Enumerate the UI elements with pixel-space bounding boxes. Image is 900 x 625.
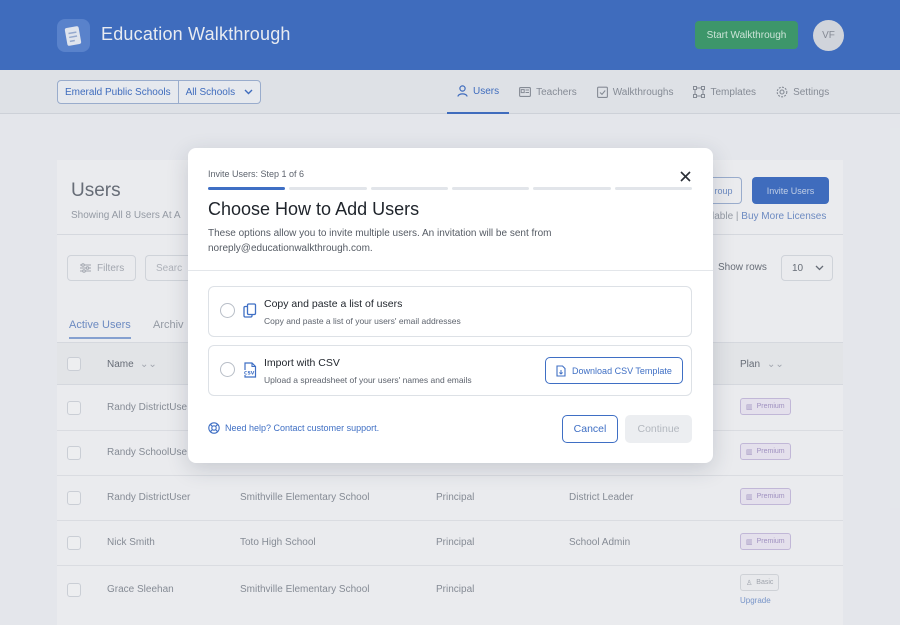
progress-step: [614, 187, 692, 190]
close-icon: [679, 170, 691, 182]
cancel-button[interactable]: Cancel: [562, 415, 618, 443]
modal-divider: [188, 270, 713, 271]
close-button[interactable]: [676, 167, 694, 185]
step-label: Invite Users: Step 1 of 6: [208, 169, 305, 179]
option-radio[interactable]: [220, 303, 235, 318]
help-link-label: Need help? Contact customer support.: [225, 423, 380, 433]
csv-file-icon: CSV: [243, 362, 257, 378]
progress-step: [451, 187, 530, 190]
option-description: Copy and paste a list of your users' ema…: [264, 316, 461, 326]
option-title: Import with CSV: [264, 357, 340, 369]
copy-icon: [243, 303, 257, 318]
step-progress: [208, 187, 692, 190]
invite-users-modal: Invite Users: Step 1 of 6 Choose How to …: [188, 148, 713, 463]
continue-button[interactable]: Continue: [625, 415, 692, 443]
modal-description: These options allow you to invite multip…: [208, 228, 552, 254]
modal-title: Choose How to Add Users: [208, 199, 420, 219]
option-radio[interactable]: [220, 362, 235, 377]
lifebuoy-icon: [208, 422, 220, 434]
svg-text:CSV: CSV: [244, 370, 255, 376]
progress-step: [289, 187, 367, 190]
download-csv-label: Download CSV Template: [572, 365, 672, 376]
progress-step: [370, 187, 448, 190]
progress-step: [208, 187, 286, 190]
download-csv-template-button[interactable]: Download CSV Template: [545, 357, 683, 384]
progress-step: [533, 187, 611, 190]
option-description: Upload a spreadsheet of your users' name…: [264, 375, 472, 385]
download-file-icon: [556, 364, 566, 377]
customer-support-link[interactable]: Need help? Contact customer support.: [208, 422, 379, 434]
option-title: Copy and paste a list of users: [264, 298, 403, 310]
option-import-csv[interactable]: CSV Import with CSV Upload a spreadsheet…: [208, 345, 692, 396]
option-copy-paste[interactable]: Copy and paste a list of users Copy and …: [208, 286, 692, 337]
